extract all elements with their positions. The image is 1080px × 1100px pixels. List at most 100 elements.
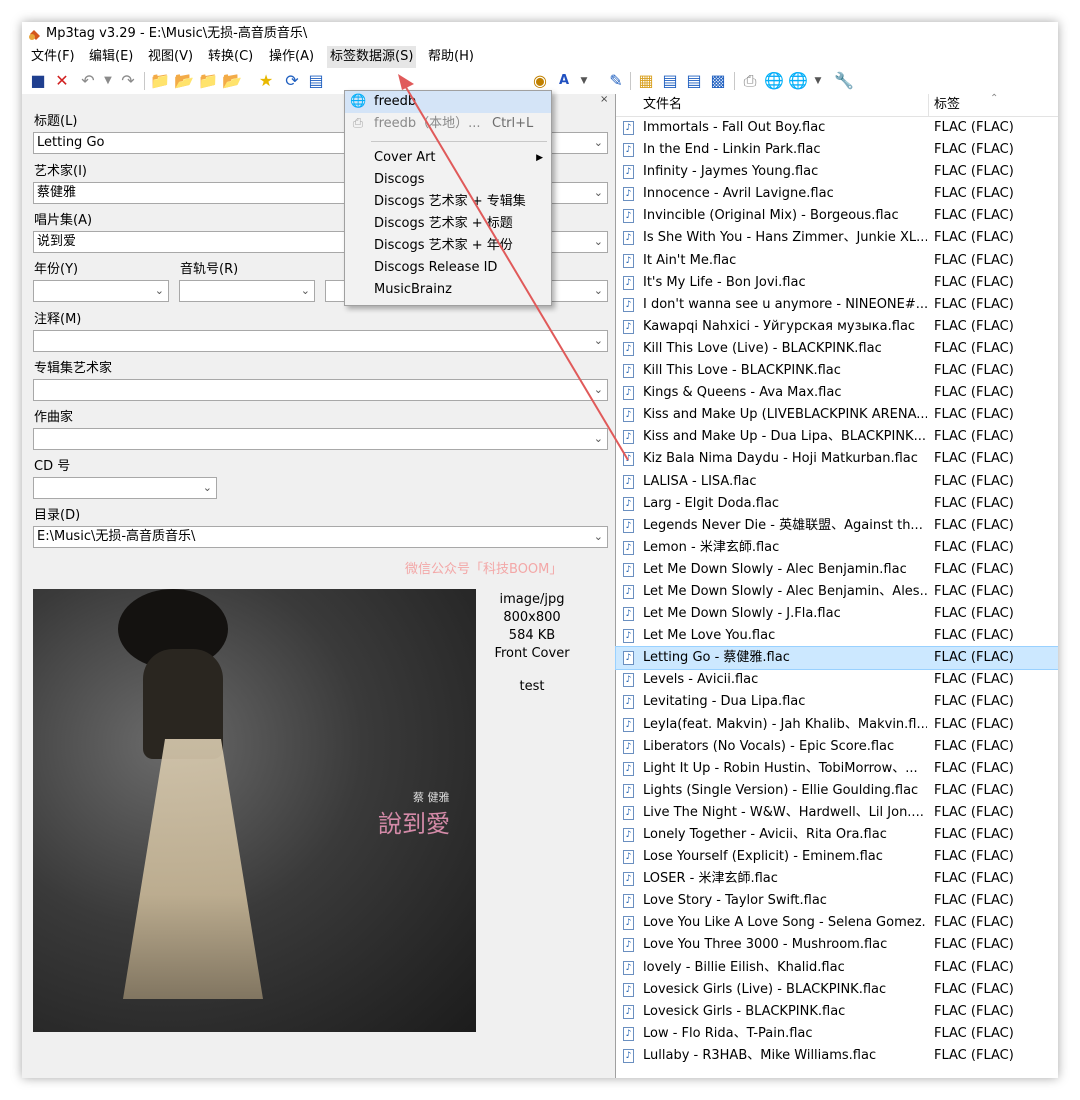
chevron-down-icon[interactable]: ⌄ — [594, 232, 603, 252]
chevron-down-icon[interactable]: ⌄ — [155, 281, 164, 301]
file-row[interactable]: ♪ It's My Life - Bon Jovi.flac FLAC (FLAC) — [616, 272, 1058, 294]
chevron-down-icon[interactable]: ⌄ — [594, 429, 603, 449]
file-row[interactable]: ♪ Kiss and Make Up - Dua Lipa、BLACKPINK..… — [616, 426, 1058, 448]
menu-edit[interactable]: 编辑(E) — [86, 46, 136, 68]
menu-item-cover-art[interactable]: Cover Art ▶ — [345, 147, 551, 169]
favorite-folder-icon[interactable]: 📂 — [222, 71, 242, 91]
file-row[interactable]: ♪ Lose Yourself (Explicit) - Eminem.flac F… — [616, 846, 1058, 868]
menu-view[interactable]: 视图(V) — [145, 46, 196, 68]
add-folder-icon[interactable]: 📂 — [174, 71, 194, 91]
tag-to-filename-icon[interactable]: ▤ — [306, 71, 326, 91]
file-row[interactable]: ♪ Levitating - Dua Lipa.flac FLAC (FLAC) — [616, 691, 1058, 713]
filename-to-tag-icon[interactable]: ▤ — [684, 71, 704, 91]
refresh-icon[interactable]: ⟳ — [282, 71, 302, 91]
menu-item-discogs[interactable]: Discogs — [345, 169, 551, 191]
file-row[interactable]: ♪ Lullaby - R3HAB、Mike Williams.flac FLAC … — [616, 1045, 1058, 1067]
menu-item-discogs-artist-title[interactable]: Discogs 艺术家 + 标题 — [345, 213, 551, 235]
column-header-filename[interactable]: 文件名 — [643, 94, 682, 116]
file-row[interactable]: ♪ Invincible (Original Mix) - Borgeous.fl… — [616, 205, 1058, 227]
file-row[interactable]: ♪ Kiss and Make Up (LIVEBLACKPINK ARENA..… — [616, 404, 1058, 426]
web-sources-dropdown-icon[interactable]: ▼ — [808, 71, 828, 91]
file-row[interactable]: ♪ Immortals - Fall Out Boy.flac FLAC (FLAC… — [616, 117, 1058, 139]
file-row[interactable]: ♪ Let Me Down Slowly - Alec Benjamin、Ales… — [616, 581, 1058, 603]
menu-tag-sources[interactable]: 标签数据源(S) — [327, 46, 417, 68]
file-row[interactable]: ♪ Liberators (No Vocals) - Epic Score.fla… — [616, 736, 1058, 758]
menu-convert[interactable]: 转换(C) — [205, 46, 256, 68]
file-row[interactable]: ♪ Letting Go - 蔡健雅.flac FLAC (FLAC) — [615, 646, 1058, 671]
file-row[interactable]: ♪ Let Me Down Slowly - J.Fla.flac FLAC (FL… — [616, 603, 1058, 625]
chevron-down-icon[interactable]: ⌄ — [594, 331, 603, 351]
delete-icon[interactable]: ✕ — [52, 71, 72, 91]
playlist-folder-icon[interactable]: 📁 — [198, 71, 218, 91]
file-row[interactable]: ♪ Kings & Queens - Ava Max.flac FLAC (FLAC… — [616, 382, 1058, 404]
file-row[interactable]: ♪ Kill This Love - BLACKPINK.flac FLAC (FL… — [616, 360, 1058, 382]
file-row[interactable]: ♪ Kill This Love (Live) - BLACKPINK.flac F… — [616, 338, 1058, 360]
file-row[interactable]: ♪ Lights (Single Version) - Ellie Gouldin… — [616, 780, 1058, 802]
open-folder-icon[interactable]: 📁 — [150, 71, 170, 91]
track-field[interactable]: ⌄ — [179, 280, 315, 302]
settings-wrench-icon[interactable]: 🔧 — [834, 71, 854, 91]
file-row[interactable]: ♪ Leyla(feat. Makvin) - Jah Khalib、Makvin… — [616, 714, 1058, 736]
file-row[interactable]: ♪ Lovesick Girls (Live) - BLACKPINK.flac F… — [616, 979, 1058, 1001]
menu-file[interactable]: 文件(F) — [28, 46, 78, 68]
tag-sources-icon[interactable]: ▤ — [660, 71, 680, 91]
undo-dropdown-icon[interactable]: ▼ — [98, 71, 118, 91]
directory-field[interactable]: E:\Music\无损-高音质音乐\ ⌄ — [33, 526, 608, 548]
file-row[interactable]: ♪ I don't wanna see u anymore - NINEONE#.… — [616, 294, 1058, 316]
menu-item-discogs-artist-year[interactable]: Discogs 艺术家 + 年份 — [345, 235, 551, 257]
cd-field[interactable]: ⌄ — [33, 477, 217, 499]
album-artist-field[interactable]: ⌄ — [33, 379, 608, 401]
file-row[interactable]: ♪ Innocence - Avril Lavigne.flac FLAC (FLA… — [616, 183, 1058, 205]
web-sources-alt-icon[interactable]: 🌐 — [788, 71, 808, 91]
year-field[interactable]: ⌄ — [33, 280, 169, 302]
chevron-down-icon[interactable]: ⌄ — [203, 478, 212, 498]
file-row[interactable]: ♪ Infinity - Jaymes Young.flac FLAC (FLAC) — [616, 161, 1058, 183]
file-row[interactable]: ♪ Levels - Avicii.flac FLAC (FLAC) — [616, 669, 1058, 691]
file-row[interactable]: ♪ Let Me Down Slowly - Alec Benjamin.flac… — [616, 559, 1058, 581]
file-row[interactable]: ♪ Lovesick Girls - BLACKPINK.flac FLAC (FL… — [616, 1001, 1058, 1023]
comment-field[interactable]: ⌄ — [33, 330, 608, 352]
chevron-down-icon[interactable]: ⌄ — [594, 133, 603, 153]
export-icon[interactable]: ▦ — [636, 71, 656, 91]
menu-item-discogs-artist-album[interactable]: Discogs 艺术家 + 专辑集 — [345, 191, 551, 213]
menu-actions[interactable]: 操作(A) — [266, 46, 317, 68]
file-row[interactable]: ♪ Let Me Love You.flac FLAC (FLAC) — [616, 625, 1058, 647]
web-sources-icon[interactable]: 🌐 — [764, 71, 784, 91]
file-row[interactable]: ♪ LALISA - LISA.flac FLAC (FLAC) — [616, 471, 1058, 493]
file-row[interactable]: ♪ Live The Night - W&W、Hardwell、Lil Jon..… — [616, 802, 1058, 824]
undo-icon[interactable]: ↶ — [78, 71, 98, 91]
file-row[interactable]: ♪ Low - Flo Rida、T-Pain.flac FLAC (FLAC) — [616, 1023, 1058, 1045]
panel-close-icon[interactable]: × — [600, 94, 608, 105]
menu-help[interactable]: 帮助(H) — [425, 46, 477, 68]
menu-item-freedb-local[interactable]: ⎙ freedb（本地）... Ctrl+L — [345, 113, 551, 135]
column-separator[interactable] — [928, 94, 929, 116]
file-row[interactable]: ♪ lovely - Billie Eilish、Khalid.flac FLAC … — [616, 957, 1058, 979]
file-row[interactable]: ♪ Love You Three 3000 - Mushroom.flac FLAC… — [616, 934, 1058, 956]
file-row[interactable]: ♪ It Ain't Me.flac FLAC (FLAC) — [616, 250, 1058, 272]
save-icon[interactable]: ■ — [28, 71, 48, 91]
menu-item-musicbrainz[interactable]: MusicBrainz — [345, 279, 551, 301]
favorites-star-icon[interactable]: ★ — [256, 71, 276, 91]
edit-tag-icon[interactable]: ✎ — [606, 71, 626, 91]
file-row[interactable]: ♪ Kiz Bala Nima Daydu - Hoji Matkurban.fl… — [616, 448, 1058, 470]
chevron-down-icon[interactable]: ⌄ — [594, 281, 603, 301]
text-file-icon[interactable]: ▩ — [708, 71, 728, 91]
file-row[interactable]: ♪ Legends Never Die - 英雄联盟、Against th... F… — [616, 515, 1058, 537]
print-icon[interactable]: ⎙ — [740, 71, 760, 91]
file-row[interactable]: ♪ Is She With You - Hans Zimmer、Junkie XL… — [616, 227, 1058, 249]
file-row[interactable]: ♪ Light It Up - Robin Hustin、TobiMorrow、.… — [616, 758, 1058, 780]
file-row[interactable]: ♪ Kawapqi Nahxici - Уйгурская музыка.flac… — [616, 316, 1058, 338]
chevron-down-icon[interactable]: ⌄ — [301, 281, 310, 301]
composer-field[interactable]: ⌄ — [33, 428, 608, 450]
file-row[interactable]: ♪ Lemon - 米津玄師.flac FLAC (FLAC) — [616, 537, 1058, 559]
file-row[interactable]: ♪ In the End - Linkin Park.flac FLAC (FLAC… — [616, 139, 1058, 161]
redo-icon[interactable]: ↷ — [118, 71, 138, 91]
file-row[interactable]: ♪ Lonely Together - Avicii、Rita Ora.flac F… — [616, 824, 1058, 846]
column-header-tag[interactable]: 标签 — [934, 94, 960, 116]
file-row[interactable]: ♪ LOSER - 米津玄師.flac FLAC (FLAC) — [616, 868, 1058, 890]
file-row[interactable]: ♪ Love You Like A Love Song - Selena Gome… — [616, 912, 1058, 934]
chevron-down-icon[interactable]: ⌄ — [594, 527, 603, 547]
case-conversion-icon[interactable]: ◉ — [530, 71, 550, 91]
cover-art-image[interactable]: 蔡 健雅 說到愛 — [33, 589, 476, 1032]
chevron-down-icon[interactable]: ⌄ — [594, 183, 603, 203]
